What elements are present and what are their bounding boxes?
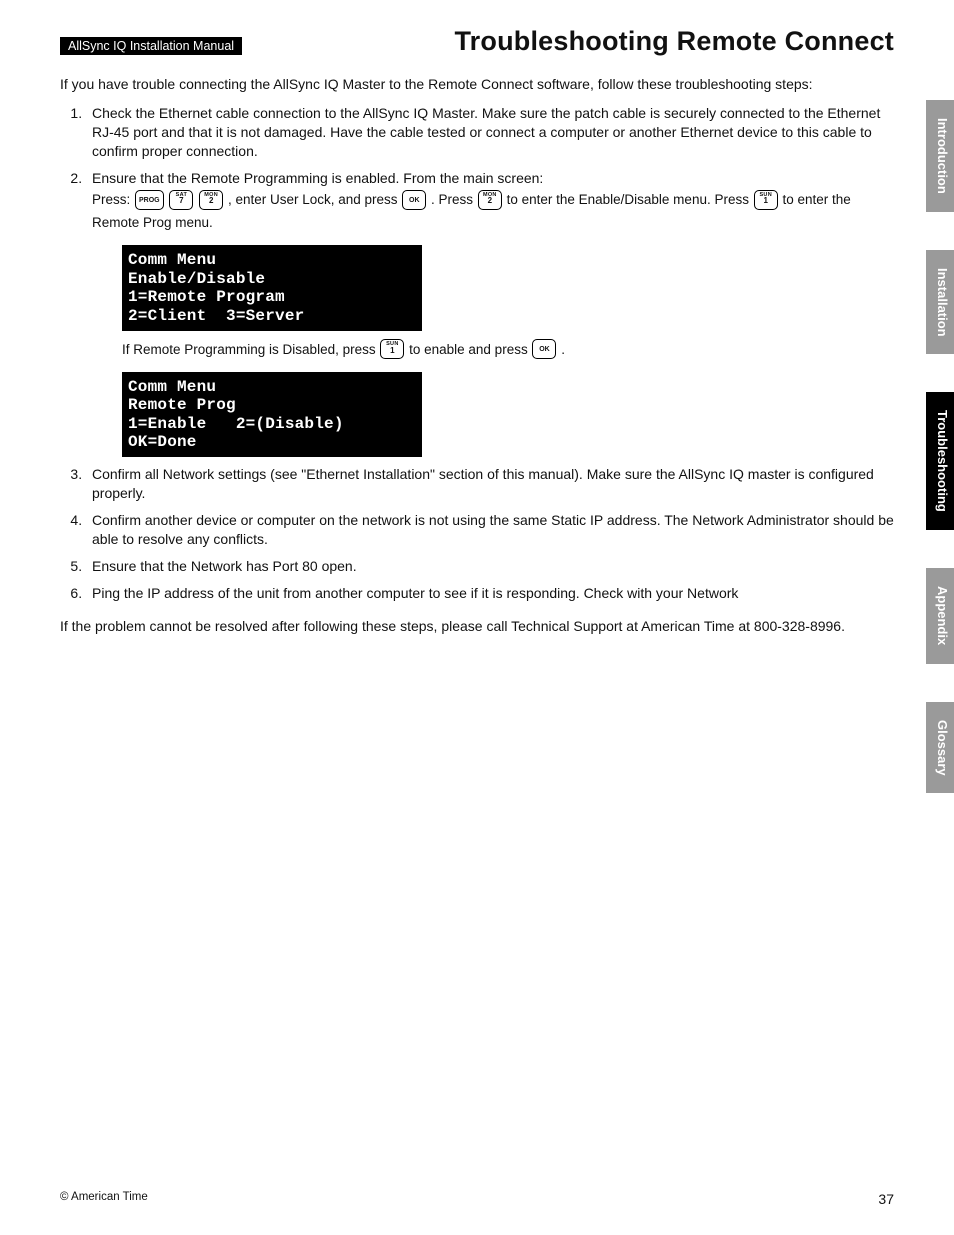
page-number: 37 [878, 1191, 894, 1207]
copyright: © American Time [60, 1191, 148, 1207]
ok-button-icon-2: OK [532, 339, 556, 359]
step-2: Ensure that the Remote Programming is en… [86, 169, 894, 458]
ok-button-icon: OK [402, 190, 426, 210]
step-5: Ensure that the Network has Port 80 open… [86, 557, 894, 576]
screen1-line2: Enable/Disable [128, 270, 414, 288]
screen1-line1: Comm Menu [128, 251, 414, 269]
tab-troubleshooting[interactable]: Troubleshooting [926, 392, 954, 530]
closing-paragraph: If the problem cannot be resolved after … [60, 617, 894, 636]
screen1-line4: 2=Client 3=Server [128, 307, 414, 325]
tab-appendix[interactable]: Appendix [926, 568, 954, 663]
press-text-d: to enter the Enable/Disable menu. Press [507, 192, 753, 207]
step-6: Ping the IP address of the unit from ano… [86, 584, 894, 603]
sun-1-button-icon: SUN1 [754, 190, 778, 210]
lcd-screen-1: Comm Menu Enable/Disable 1=Remote Progra… [122, 245, 422, 331]
sub-note-a: If Remote Programming is Disabled, press [122, 342, 379, 357]
screen2-line4: OK=Done [128, 433, 414, 451]
tab-installation[interactable]: Installation [926, 250, 954, 355]
step-4: Confirm another device or computer on th… [86, 511, 894, 549]
screen2-line3: 1=Enable 2=(Disable) [128, 415, 414, 433]
manual-tag: AllSync IQ Installation Manual [60, 37, 242, 55]
tab-glossary[interactable]: Glossary [926, 702, 954, 794]
press-label: Press: [92, 192, 134, 207]
lcd-screen-2: Comm Menu Remote Prog 1=Enable 2=(Disabl… [122, 372, 422, 458]
intro-paragraph: If you have trouble connecting the AllSy… [60, 75, 894, 94]
step-2-press-line: Press: PROG SAT7 MON2 , enter User Lock,… [92, 189, 894, 235]
screen1-line3: 1=Remote Program [128, 288, 414, 306]
step-3: Confirm all Network settings (see "Ether… [86, 465, 894, 503]
section-tabs: Introduction Installation Troubleshootin… [926, 100, 954, 831]
sub-note: If Remote Programming is Disabled, press… [122, 339, 894, 362]
step-2-lead: Ensure that the Remote Programming is en… [92, 170, 543, 186]
sub-note-c: . [561, 342, 565, 357]
press-text-b: , enter User Lock, and press [228, 192, 401, 207]
page-footer: © American Time 37 [60, 1191, 894, 1207]
page-title: Troubleshooting Remote Connect [242, 26, 894, 57]
screen2-line1: Comm Menu [128, 378, 414, 396]
press-text-c: . Press [431, 192, 477, 207]
steps-list: Check the Ethernet cable connection to t… [60, 104, 894, 603]
step-1: Check the Ethernet cable connection to t… [86, 104, 894, 161]
sub-note-b: to enable and press [409, 342, 531, 357]
screen2-line2: Remote Prog [128, 396, 414, 414]
prog-button-icon: PROG [135, 190, 164, 210]
tab-introduction[interactable]: Introduction [926, 100, 954, 212]
mon-2-button-icon: MON2 [199, 190, 223, 210]
sun-1-button-icon-2: SUN1 [380, 339, 404, 359]
sat-7-button-icon: SAT7 [169, 190, 193, 210]
mon-2-button-icon-2: MON2 [478, 190, 502, 210]
